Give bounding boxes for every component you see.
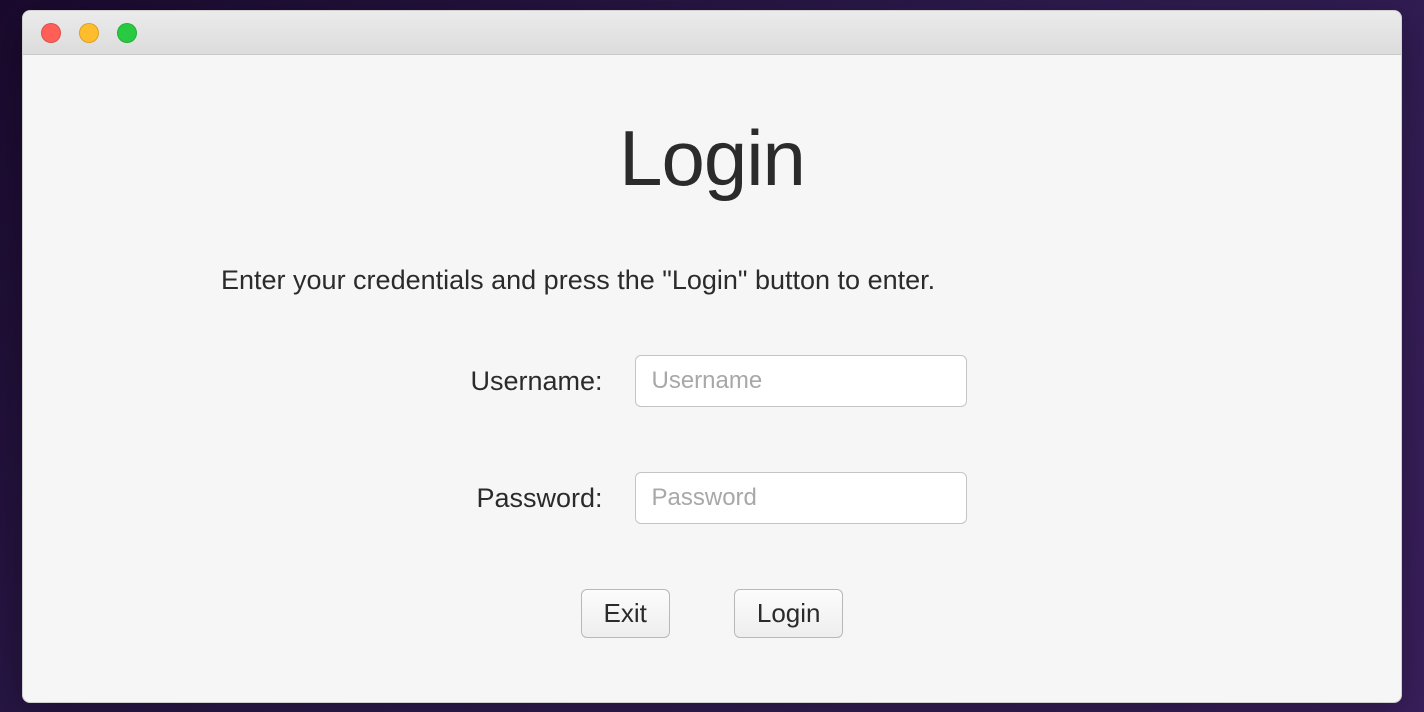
password-label: Password: [458, 483, 603, 514]
password-input[interactable] [635, 472, 967, 524]
username-label: Username: [458, 366, 603, 397]
minimize-window-icon[interactable] [79, 23, 99, 43]
window-content: Login Enter your credentials and press t… [23, 55, 1401, 702]
window-titlebar [23, 11, 1401, 55]
maximize-window-icon[interactable] [117, 23, 137, 43]
instruction-text: Enter your credentials and press the "Lo… [221, 265, 935, 296]
password-row: Password: [23, 472, 1401, 524]
page-title: Login [23, 113, 1401, 204]
traffic-lights [41, 23, 137, 43]
exit-button[interactable]: Exit [581, 589, 670, 638]
button-row: Exit Login [23, 589, 1401, 638]
close-window-icon[interactable] [41, 23, 61, 43]
login-form: Username: Password: Exit Login [23, 355, 1401, 638]
username-row: Username: [23, 355, 1401, 407]
login-window: Login Enter your credentials and press t… [22, 10, 1402, 703]
username-input[interactable] [635, 355, 967, 407]
login-button[interactable]: Login [734, 589, 844, 638]
